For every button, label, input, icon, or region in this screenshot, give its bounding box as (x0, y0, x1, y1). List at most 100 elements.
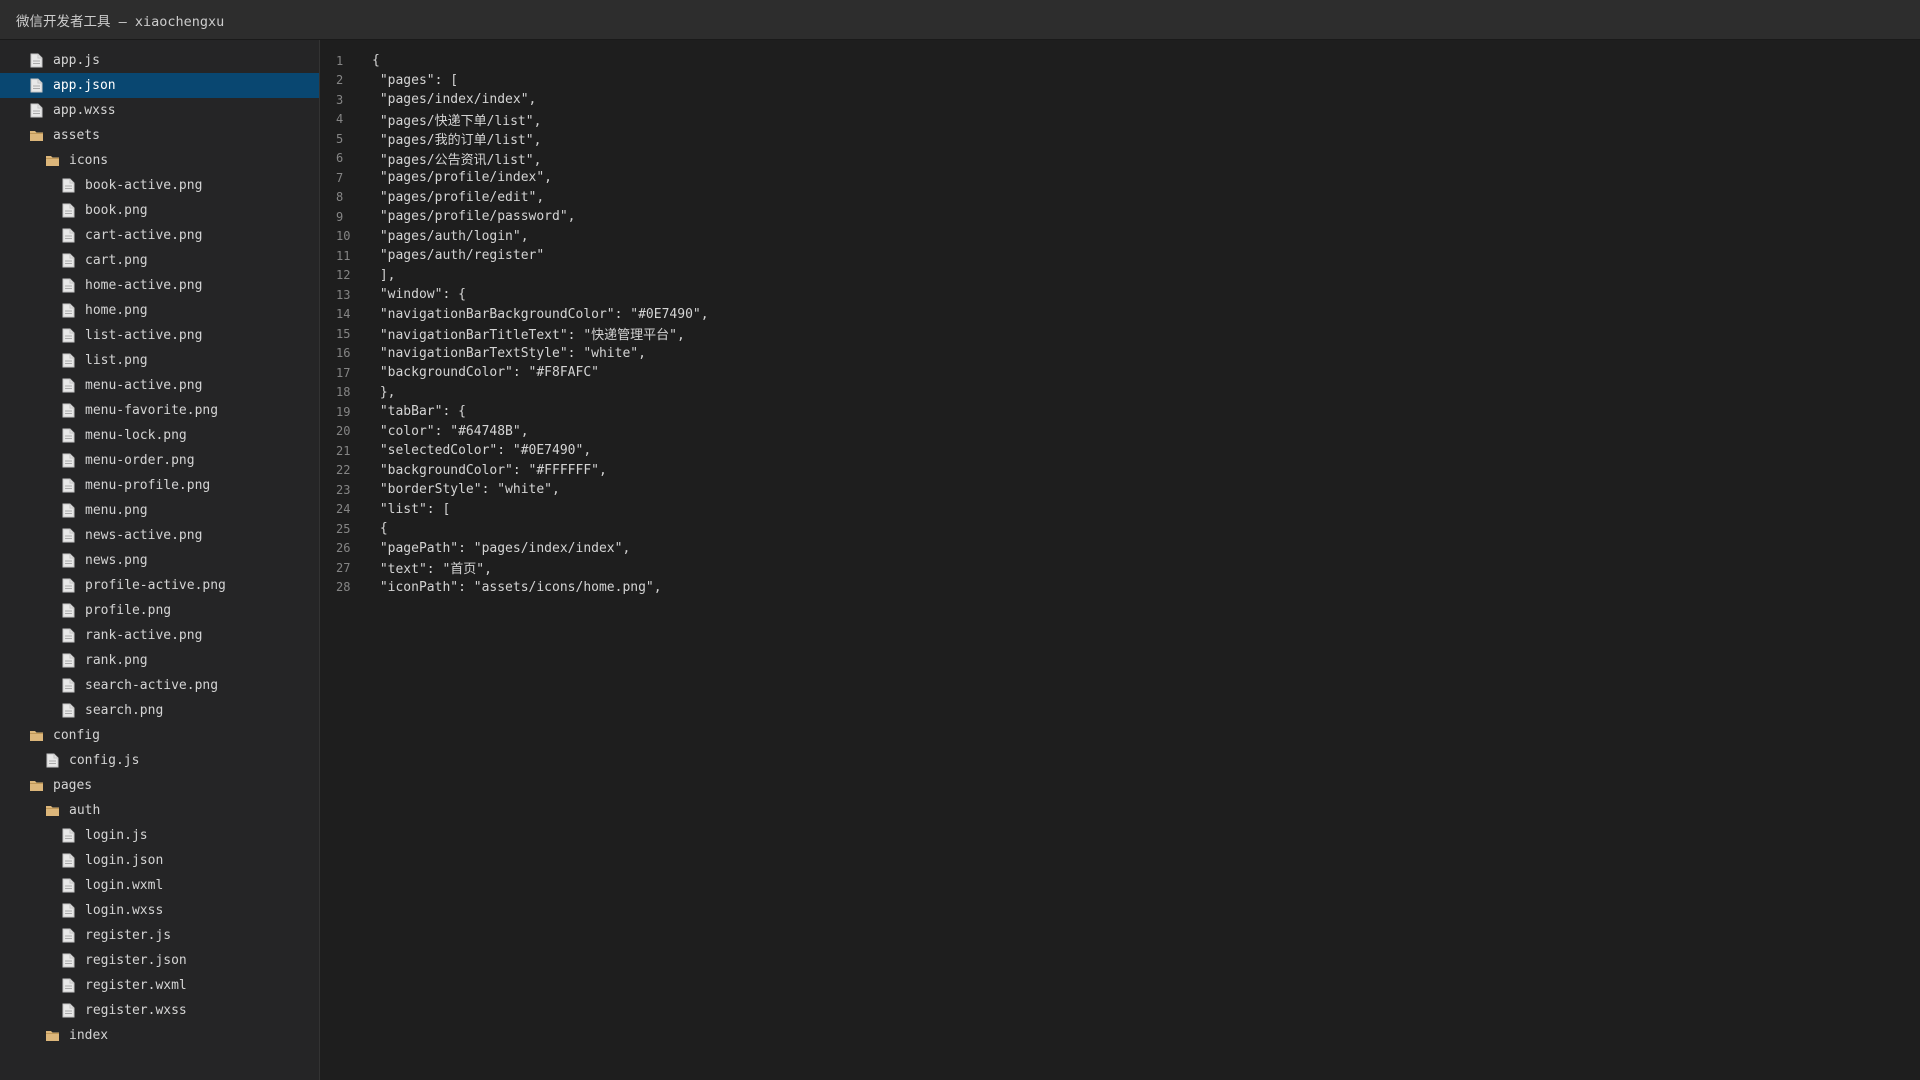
tree-file[interactable]: search.png (0, 698, 319, 723)
file-icon (60, 403, 76, 419)
file-icon (60, 278, 76, 294)
tree-item-label: register.js (85, 928, 172, 943)
file-icon (28, 78, 44, 94)
tree-file[interactable]: login.js (0, 823, 319, 848)
line-number: 8 (336, 190, 344, 205)
code-line: 20 "color": "#64748B", (320, 422, 1920, 442)
tree-file[interactable]: news-active.png (0, 523, 319, 548)
line-number: 7 (336, 170, 344, 185)
tree-file[interactable]: menu-lock.png (0, 423, 319, 448)
line-code: }, (372, 384, 396, 400)
tree-file[interactable]: list-active.png (0, 323, 319, 348)
tree-item-label: app.json (53, 78, 116, 93)
tree-item-label: book.png (85, 203, 148, 218)
tree-file[interactable]: profile.png (0, 598, 319, 623)
line-number: 4 (336, 112, 344, 127)
file-icon (60, 878, 76, 894)
line-number: 25 (336, 521, 351, 536)
line-number: 19 (336, 404, 351, 419)
tree-item-label: menu-lock.png (85, 428, 187, 443)
code-line: 22 "backgroundColor": "#FFFFFF", (320, 461, 1920, 481)
tree-item-label: cart.png (85, 253, 148, 268)
tree-file[interactable]: menu.png (0, 498, 319, 523)
tree-file[interactable]: app.js (0, 48, 319, 73)
file-icon (60, 903, 76, 919)
file-icon (60, 178, 76, 194)
tree-file[interactable]: menu-order.png (0, 448, 319, 473)
file-icon (60, 478, 76, 494)
code-line: 13 "window": { (320, 285, 1920, 305)
file-icon (28, 103, 44, 119)
tree-file[interactable]: profile-active.png (0, 573, 319, 598)
file-icon (60, 378, 76, 394)
file-icon (28, 53, 44, 69)
line-code: "pages/auth/register" (372, 248, 545, 264)
tree-file[interactable]: config.js (0, 748, 319, 773)
tree-file[interactable]: register.json (0, 948, 319, 973)
tree-file[interactable]: book.png (0, 198, 319, 223)
code-line: 24 "list": [ (320, 500, 1920, 520)
tree-item-label: cart-active.png (85, 228, 203, 243)
tree-item-label: config.js (69, 753, 140, 768)
title-bar: 微信开发者工具 — xiaochengxu (0, 0, 1920, 40)
tree-file[interactable]: login.json (0, 848, 319, 873)
tree-item-label: login.wxml (85, 878, 164, 893)
tree-folder[interactable]: index (0, 1023, 319, 1048)
tree-file[interactable]: list.png (0, 348, 319, 373)
line-number: 12 (336, 268, 351, 283)
tree-file[interactable]: rank.png (0, 648, 319, 673)
tree-folder[interactable]: pages (0, 773, 319, 798)
tree-file[interactable]: search-active.png (0, 673, 319, 698)
tree-file[interactable]: cart-active.png (0, 223, 319, 248)
tree-file[interactable]: home-active.png (0, 273, 319, 298)
folder-icon (28, 778, 44, 794)
tree-file[interactable]: rank-active.png (0, 623, 319, 648)
file-icon (60, 303, 76, 319)
file-icon (60, 853, 76, 869)
line-code: "color": "#64748B", (372, 423, 529, 439)
tree-file[interactable]: register.wxml (0, 973, 319, 998)
tree-file[interactable]: app.wxss (0, 98, 319, 123)
tree-folder[interactable]: icons (0, 148, 319, 173)
line-code: "backgroundColor": "#FFFFFF", (372, 462, 607, 478)
tree-file[interactable]: register.js (0, 923, 319, 948)
window-title: 微信开发者工具 — xiaochengxu (16, 13, 225, 30)
code-line: 28 "iconPath": "assets/icons/home.png", (320, 578, 1920, 598)
code-line: 4 "pages/快递下单/list", (320, 110, 1920, 130)
tree-file[interactable]: book-active.png (0, 173, 319, 198)
line-number: 10 (336, 229, 351, 244)
tree-file[interactable]: cart.png (0, 248, 319, 273)
tree-file[interactable]: menu-favorite.png (0, 398, 319, 423)
folder-icon (28, 128, 44, 144)
tree-file[interactable]: home.png (0, 298, 319, 323)
tree-file[interactable]: login.wxss (0, 898, 319, 923)
line-number: 14 (336, 307, 351, 322)
line-code: "pages": [ (372, 72, 459, 88)
tree-file[interactable]: menu-active.png (0, 373, 319, 398)
line-code: "navigationBarTitleText": "快递管理平台", (372, 328, 685, 344)
tree-file[interactable]: menu-profile.png (0, 473, 319, 498)
tree-file[interactable]: register.wxss (0, 998, 319, 1023)
folder-icon (44, 1028, 60, 1044)
file-icon (60, 703, 76, 719)
tree-folder[interactable]: auth (0, 798, 319, 823)
file-icon (60, 578, 76, 594)
line-code: "iconPath": "assets/icons/home.png", (372, 579, 662, 595)
tree-file[interactable]: login.wxml (0, 873, 319, 898)
tree-file[interactable]: news.png (0, 548, 319, 573)
tree-item-label: search-active.png (85, 678, 219, 693)
code-line: 11 "pages/auth/register" (320, 246, 1920, 266)
tree-file[interactable]: app.json (0, 73, 319, 98)
tree-item-label: menu-order.png (85, 453, 195, 468)
tree-folder[interactable]: config (0, 723, 319, 748)
line-number: 27 (336, 560, 351, 575)
line-code: "pages/快递下单/list", (372, 113, 542, 129)
code-line: 14 "navigationBarBackgroundColor": "#0E7… (320, 305, 1920, 325)
tree-folder[interactable]: assets (0, 123, 319, 148)
tree-item-label: config (53, 728, 100, 743)
code-editor[interactable]: 1{2 "pages": [3 "pages/index/index", 4 "p… (320, 40, 1920, 1080)
file-explorer: app.js app.json app.wxss assets icons book-ac… (0, 40, 320, 1080)
line-code: "pagePath": "pages/index/index", (372, 540, 631, 556)
line-number: 18 (336, 385, 351, 400)
code-line: 5 "pages/我的订单/list", (320, 129, 1920, 149)
